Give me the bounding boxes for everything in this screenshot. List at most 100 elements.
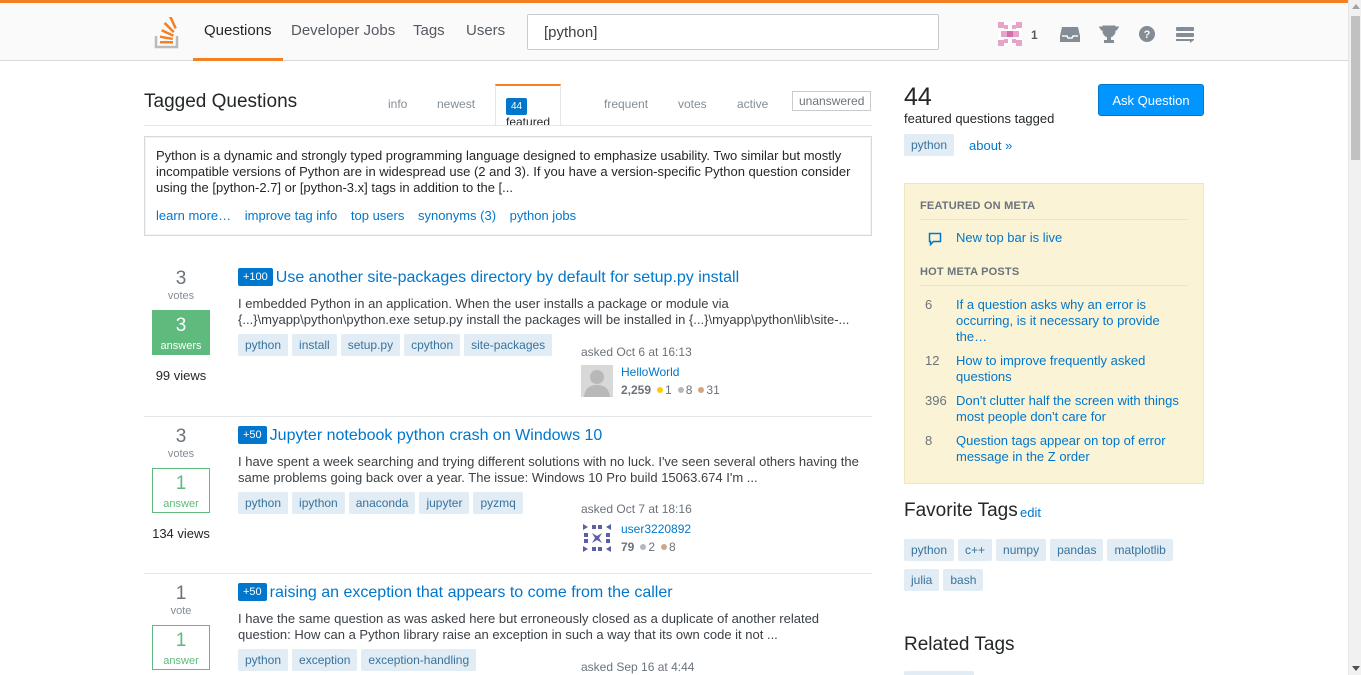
user-reputation: 79 2 8 (621, 540, 676, 554)
scroll-down-arrow-icon[interactable] (1352, 666, 1360, 671)
user-name-link[interactable]: HelloWorld (621, 365, 679, 379)
silver-badge-icon (677, 387, 684, 393)
tag-pandas[interactable]: pandas (1050, 539, 1104, 561)
answer-count: 1 (175, 630, 187, 651)
question-title-link[interactable]: Jupyter notebook python crash on Windows… (270, 427, 603, 444)
tag-exception[interactable]: exception (292, 649, 358, 671)
bronze-badge-count: 31 (706, 383, 720, 397)
about-tag-link[interactable]: about » (969, 138, 1012, 153)
tab-frequent[interactable]: frequent (604, 97, 648, 111)
question-summary: 1 vote 1 answer +50 raising an exception … (144, 583, 872, 675)
tag-julia[interactable]: julia (904, 569, 940, 591)
tag-pyzmq[interactable]: pyzmq (473, 492, 523, 514)
tag-python[interactable]: python (904, 539, 955, 561)
tag-numpy[interactable]: numpy (996, 539, 1047, 561)
tag-python[interactable]: python (238, 334, 289, 356)
top-users-link[interactable]: top users (351, 208, 404, 223)
vote-count: 3 (175, 268, 187, 289)
hot-meta-link[interactable]: How to improve frequently asked question… (956, 353, 1184, 385)
vertical-scrollbar[interactable] (1348, 0, 1361, 675)
related-tag-partial[interactable] (904, 671, 974, 675)
tag-python[interactable]: python (238, 649, 289, 671)
tag-bash[interactable]: bash (943, 569, 984, 591)
tag-wiki-links: learn more… improve tag info top users s… (156, 208, 586, 223)
answer-count: 3 (175, 315, 187, 336)
svg-text:?: ? (1144, 29, 1151, 41)
learn-more-link[interactable]: learn more… (156, 208, 231, 223)
tag-anaconda[interactable]: anaconda (348, 492, 416, 514)
question-stats: 3 votes 1 answer 134 views (152, 426, 210, 541)
tabs-divider (144, 125, 872, 126)
user-avatar[interactable] (581, 365, 613, 397)
question-summary: 3 votes 1 answer 134 views +50 Jupyter no… (144, 426, 872, 574)
help-icon[interactable]: ? (1136, 24, 1158, 44)
nav-tags[interactable]: Tags (402, 3, 456, 61)
nav-developer-jobs[interactable]: Developer Jobs (280, 3, 406, 61)
answer-label: answers (160, 340, 202, 352)
tag-cpython[interactable]: cpython (404, 334, 461, 356)
hot-meta-link[interactable]: Don't clutter half the screen with thing… (956, 393, 1184, 425)
tab-newest[interactable]: newest (437, 97, 475, 111)
tab-active[interactable]: active (737, 97, 768, 111)
community-bulletin: FEATURED ON META New top bar is live HOT… (904, 183, 1204, 484)
search-input[interactable] (527, 14, 939, 50)
featured-question-subtitle: featured questions tagged (904, 111, 1055, 126)
tag-jupyter[interactable]: jupyter (419, 492, 470, 514)
question-excerpt: I have spent a week searching and trying… (238, 454, 859, 485)
tag-wiki-text: Python is a dynamic and strongly typed p… (156, 148, 851, 195)
hot-meta-link[interactable]: If a question asks why an error is occur… (956, 297, 1184, 345)
improve-tag-info-link[interactable]: improve tag info (245, 208, 338, 223)
scroll-up-arrow-icon[interactable] (1352, 4, 1360, 9)
bronze-badge-count: 8 (669, 540, 676, 554)
tag-site-packages[interactable]: site-packages (464, 334, 553, 356)
nav-users[interactable]: Users (455, 3, 516, 61)
tag-ipython[interactable]: ipython (292, 492, 345, 514)
python-jobs-link[interactable]: python jobs (510, 208, 577, 223)
tab-unanswered[interactable]: unanswered (792, 91, 872, 111)
favorite-tags-list: python c++ numpy pandas matplotlib julia bash (904, 539, 1204, 599)
gold-badge-count: 1 (665, 383, 672, 397)
question-title-link[interactable]: Use another site-packages directory by d… (276, 269, 739, 286)
user-avatar[interactable] (998, 22, 1022, 46)
tag-exception-handling[interactable]: exception-handling (361, 649, 477, 671)
tag-python[interactable]: python (904, 134, 955, 156)
bounty-badge: +100 (238, 268, 273, 286)
silver-badge-icon (640, 544, 647, 550)
reputation-score: 2,259 (621, 383, 652, 397)
tab-featured[interactable]: 44featured (495, 84, 562, 129)
hot-meta-score: 396 (925, 393, 947, 408)
hot-meta-link[interactable]: Question tags appear on top of error mes… (956, 433, 1184, 465)
question-body: +50 Jupyter notebook python crash on Wind… (238, 426, 868, 514)
edit-favorite-tags-link[interactable]: edit (1020, 505, 1041, 520)
answer-count-box: 1 answer (152, 468, 210, 513)
bronze-badge-icon (698, 387, 705, 393)
inbox-icon[interactable] (1059, 24, 1081, 44)
tab-info[interactable]: info (388, 97, 407, 111)
tag-setup-py[interactable]: setup.py (340, 334, 401, 356)
related-tags-heading: Related Tags (904, 634, 1015, 655)
user-name-link[interactable]: user3220892 (621, 522, 691, 536)
synonyms-link[interactable]: synonyms (3) (418, 208, 496, 223)
question-title-link[interactable]: raising an exception that appears to com… (270, 584, 673, 601)
bulletin-divider (920, 219, 1188, 220)
tag-cpp[interactable]: c++ (958, 539, 993, 561)
ask-question-button[interactable]: Ask Question (1098, 84, 1204, 116)
achievements-trophy-icon[interactable] (1098, 24, 1120, 44)
asked-time: asked Oct 7 at 18:16 (581, 502, 692, 516)
featured-meta-link[interactable]: New top bar is live (956, 230, 1184, 246)
site-switcher-icon[interactable] (1174, 24, 1196, 44)
asked-time: asked Sep 16 at 4:44 (581, 660, 695, 674)
question-excerpt: I embedded Python in an application. Whe… (238, 296, 850, 327)
nav-questions[interactable]: Questions (193, 3, 283, 61)
tag-matplotlib[interactable]: matplotlib (1107, 539, 1173, 561)
hot-meta-score: 12 (925, 353, 940, 368)
question-stats: 3 votes 3 answers 99 views (152, 268, 210, 383)
bounty-badge: +50 (238, 426, 267, 444)
tag-python[interactable]: python (238, 492, 289, 514)
user-identicon-avatar[interactable] (581, 522, 613, 554)
scrollbar-thumb[interactable] (1351, 16, 1360, 160)
tab-votes[interactable]: votes (678, 97, 707, 111)
answer-count: 1 (175, 473, 187, 494)
stack-overflow-logo-icon[interactable] (154, 17, 182, 49)
tag-install[interactable]: install (292, 334, 337, 356)
